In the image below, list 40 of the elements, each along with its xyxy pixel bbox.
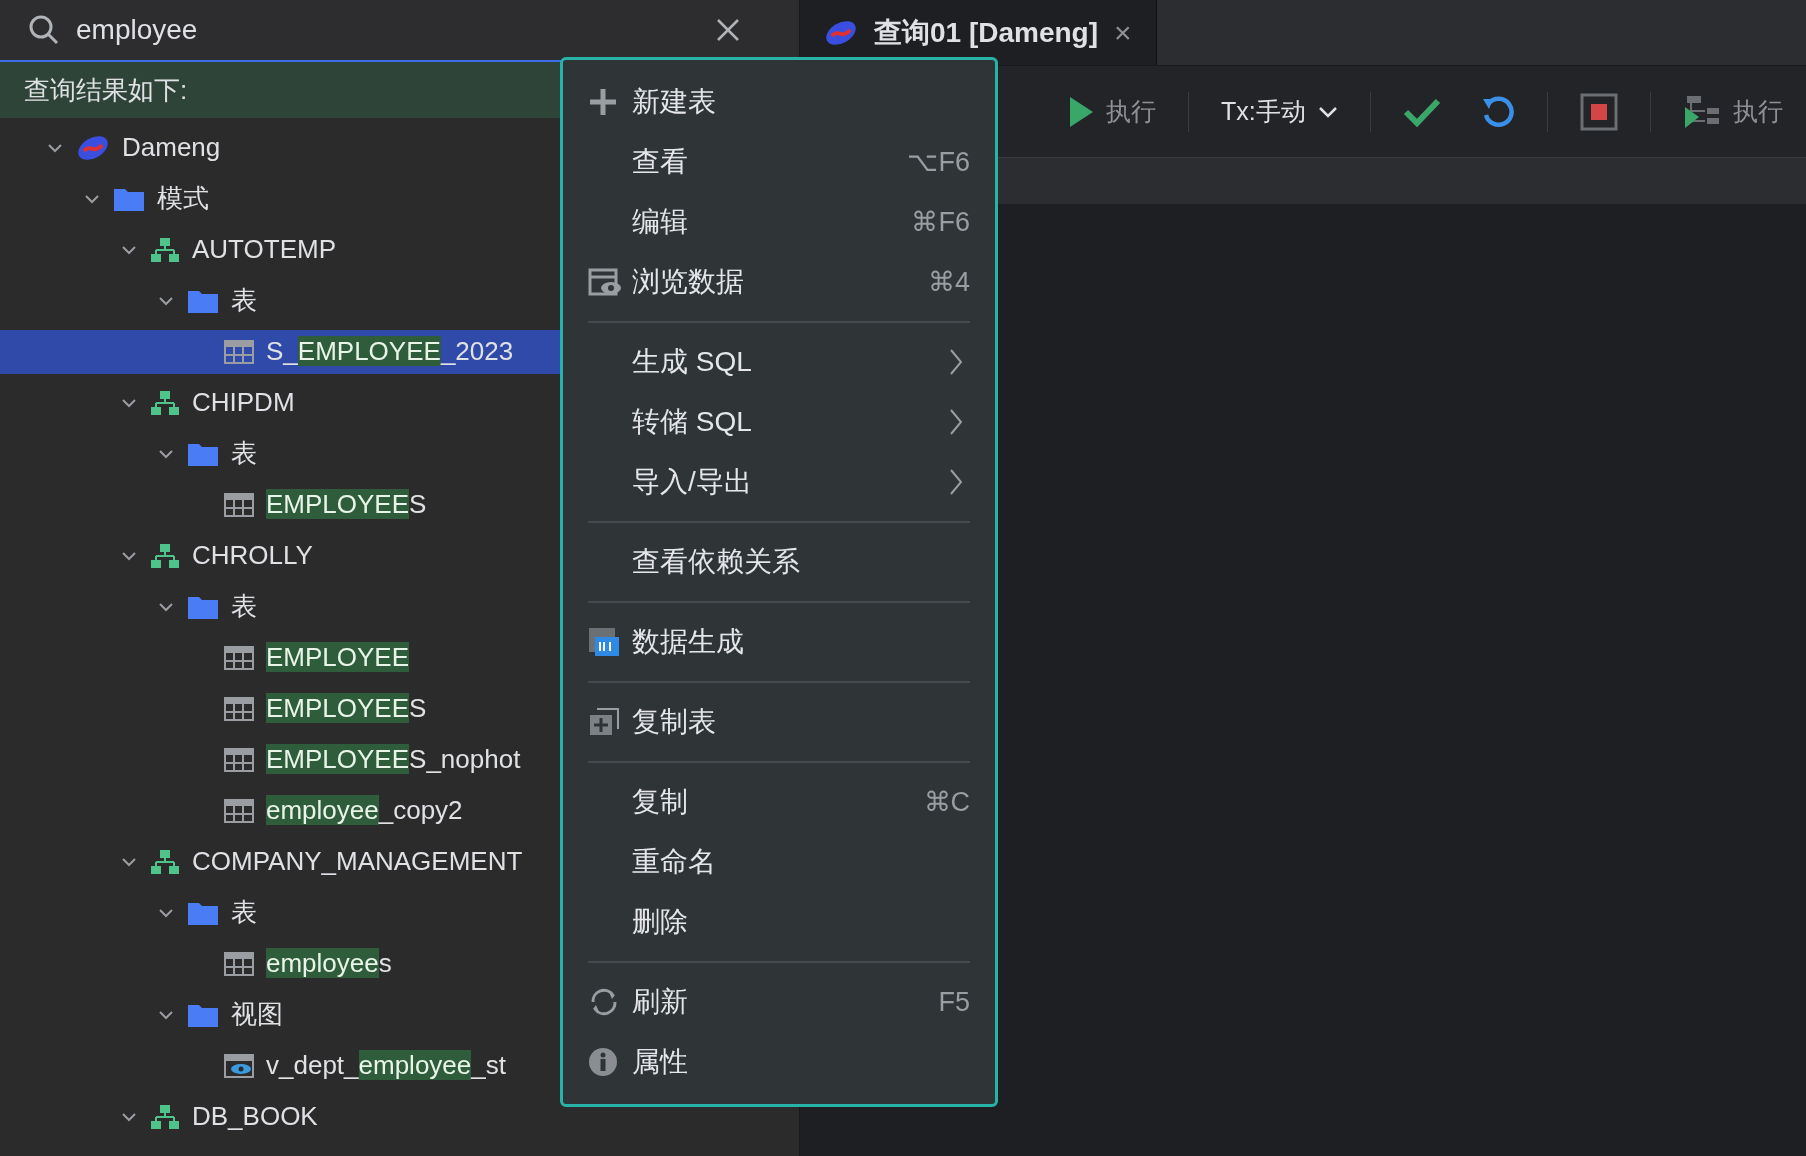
tree-item-label: DB_BOOK bbox=[192, 1100, 318, 1133]
tree-item-label: AUTOTEMP bbox=[192, 233, 336, 266]
tree-item-label: 模式 bbox=[157, 182, 209, 215]
menu-item-label: 编辑 bbox=[632, 205, 689, 239]
tree-item-label: EMPLOYEES_nophot bbox=[266, 743, 521, 776]
tree-item-label: 表 bbox=[231, 590, 257, 623]
tree-item-label: EMPLOYEE bbox=[266, 641, 410, 674]
shortcut-label: ⌘F6 bbox=[911, 205, 970, 239]
tree-item-label: 表 bbox=[231, 896, 257, 929]
tree-item-label: 表 bbox=[231, 284, 257, 317]
tree-item-label: COMPANY_MANAGEMENT bbox=[192, 845, 523, 878]
tree-item-label: EMPLOYEES bbox=[266, 488, 427, 521]
tree-item-label: CHROLLY bbox=[192, 539, 313, 572]
tree-item-label: Dameng bbox=[122, 131, 221, 164]
menu-item-label: 刷新 bbox=[632, 985, 689, 1019]
menu-item-label: 浏览数据 bbox=[632, 265, 745, 299]
menu-item-label: 转储 SQL bbox=[632, 405, 753, 439]
menu-item-label: 生成 SQL bbox=[632, 345, 753, 379]
menu-item-label: 查看依赖关系 bbox=[632, 545, 801, 579]
shortcut-label: F5 bbox=[938, 985, 970, 1019]
menu-item-label: 复制表 bbox=[632, 705, 717, 739]
shortcut-label: ⌘C bbox=[923, 785, 970, 819]
menu-item-label: 重命名 bbox=[632, 845, 717, 879]
tab-title: 查询01 [Dameng] bbox=[874, 15, 1099, 50]
tree-item-label: employees bbox=[266, 947, 392, 980]
shortcut-label: ⌘4 bbox=[927, 265, 970, 299]
menu-item-label: 复制 bbox=[632, 785, 689, 819]
menu-item-label: 删除 bbox=[632, 905, 689, 939]
menu-item-label: 导入/导出 bbox=[632, 465, 753, 499]
tree-item-label: CHIPDM bbox=[192, 386, 295, 419]
tree-item-label: employee_copy2 bbox=[266, 794, 463, 827]
tree-item-label: EMPLOYEES bbox=[266, 692, 427, 725]
menu-item-label: 属性 bbox=[632, 1045, 689, 1079]
tree-item-label: 表 bbox=[231, 437, 257, 470]
tree-item-label: v_dept_employee_st bbox=[266, 1049, 506, 1082]
menu-item-label: 查看 bbox=[632, 145, 689, 179]
shortcut-label: ⌥F6 bbox=[907, 145, 970, 179]
menu-item-label: 数据生成 bbox=[632, 625, 745, 659]
menu-item-label: 新建表 bbox=[632, 85, 717, 119]
tree-item-label: 视图 bbox=[231, 998, 283, 1031]
